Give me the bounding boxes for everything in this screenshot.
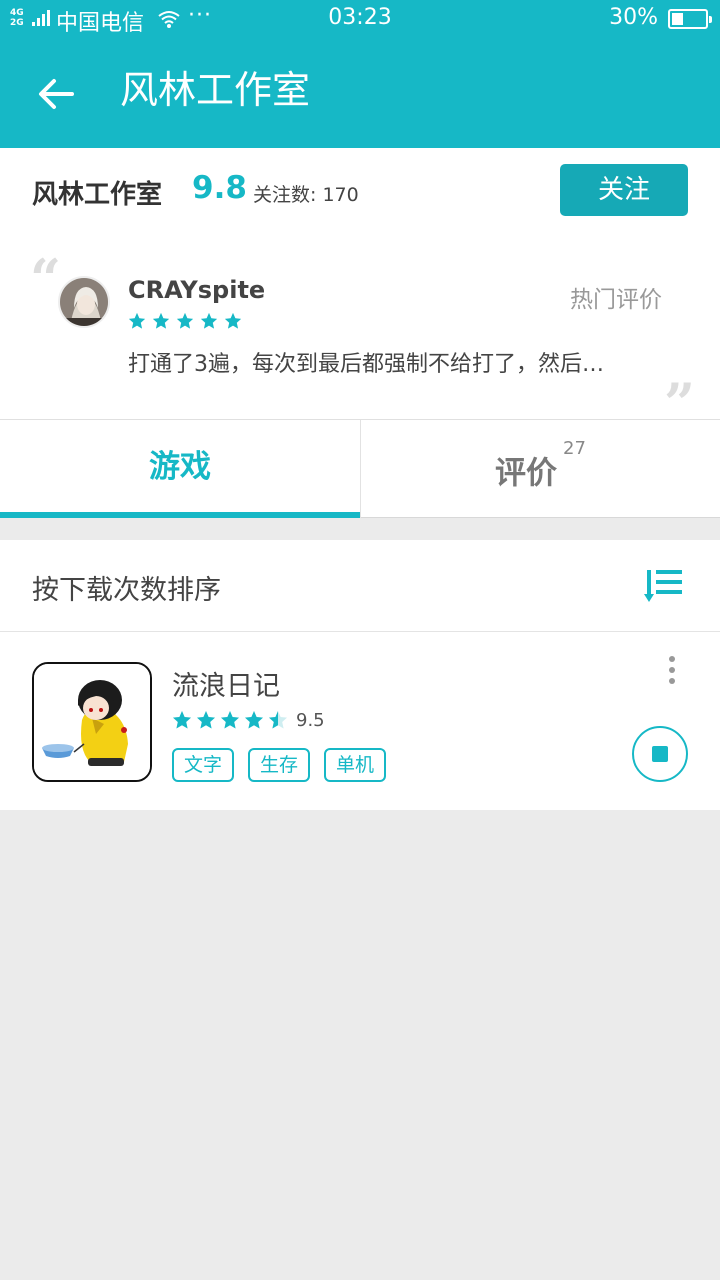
follower-count: 关注数: 170 — [253, 184, 359, 206]
follow-button[interactable]: 关注 — [560, 164, 688, 216]
tab-games-label: 游戏 — [149, 449, 211, 485]
app-header: 4G 2G 中国电信 ··· 03:23 30% 风林工作室 — [0, 0, 720, 148]
game-name[interactable]: 流浪日记 — [172, 664, 280, 703]
star-icon — [128, 312, 146, 329]
open-quote-icon: “ — [30, 247, 62, 311]
battery-icon — [668, 9, 712, 29]
sort-label: 按下载次数排序 — [32, 575, 221, 606]
studio-name: 风林工作室 — [32, 180, 163, 210]
star-icon — [197, 711, 215, 729]
review-rating — [128, 312, 242, 330]
game-icon[interactable] — [32, 662, 152, 782]
star-icon — [200, 312, 218, 329]
star-icon — [173, 711, 191, 729]
tag-survival[interactable]: 生存 — [248, 748, 311, 782]
star-icon — [152, 312, 170, 329]
game-rating — [172, 710, 288, 730]
page-title: 风林工作室 — [120, 68, 311, 112]
tab-reviews[interactable]: 评价27 — [360, 420, 720, 518]
star-icon — [221, 711, 239, 729]
star-icon — [224, 312, 242, 329]
star-icon — [176, 312, 194, 329]
reviewer-avatar[interactable] — [58, 276, 110, 328]
nav-bar: 风林工作室 — [0, 40, 720, 148]
studio-score: 9.8 — [192, 170, 247, 206]
star-icon — [269, 711, 287, 729]
download-button[interactable] — [632, 726, 688, 782]
sort-icon[interactable] — [644, 568, 684, 604]
star-icon — [245, 711, 263, 729]
game-list-item[interactable]: 流浪日记 9.5 文字 生存 单机 — [0, 632, 720, 810]
tag-text[interactable]: 文字 — [172, 748, 235, 782]
back-arrow-icon[interactable] — [34, 72, 78, 116]
more-options-icon[interactable] — [664, 656, 680, 688]
sort-bar[interactable]: 按下载次数排序 — [0, 540, 720, 632]
tab-bar: 游戏 评价27 — [0, 420, 720, 518]
game-score: 9.5 — [296, 710, 325, 731]
studio-card: 风林工作室 9.8 关注数: 170 关注 “ ” CRAYspite 热门评价… — [0, 148, 720, 430]
status-bar: 4G 2G 中国电信 ··· 03:23 30% — [0, 0, 720, 40]
tab-indicator — [0, 512, 360, 518]
review-count-badge: 27 — [563, 438, 586, 459]
review-text[interactable]: 打通了3遍，每次到最后都强制不给打了，然后… — [128, 346, 648, 378]
hot-review-label: 热门评价 — [570, 287, 662, 313]
reviewer-name[interactable]: CRAYspite — [128, 276, 265, 304]
tag-single-player[interactable]: 单机 — [324, 748, 387, 782]
tab-reviews-label: 评价 — [495, 455, 558, 492]
tab-games[interactable]: 游戏 — [0, 420, 360, 518]
game-tags: 文字 生存 单机 — [172, 748, 387, 782]
battery-percent: 30% — [609, 5, 658, 30]
